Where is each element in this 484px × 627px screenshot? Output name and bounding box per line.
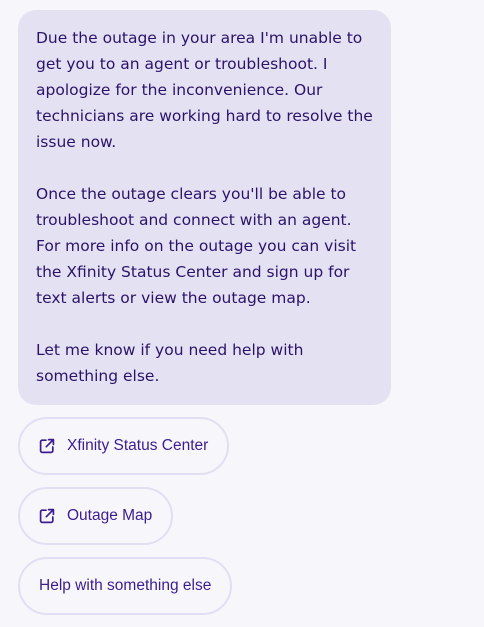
help-with-something-else-button[interactable]: Help with something else: [18, 557, 233, 615]
message-paragraph-1: Due the outage in your area I'm unable t…: [36, 29, 373, 151]
message-paragraph-3: Let me know if you need help with someth…: [36, 341, 304, 385]
outage-map-label: Outage Map: [67, 507, 153, 525]
outage-map-button[interactable]: Outage Map: [18, 487, 174, 545]
xfinity-status-center-button[interactable]: Xfinity Status Center: [18, 417, 230, 475]
chat-thread: Due the outage in your area I'm unable t…: [18, 10, 468, 627]
assistant-message-bubble: Due the outage in your area I'm unable t…: [18, 10, 391, 405]
help-with-something-else-label: Help with something else: [39, 577, 212, 595]
external-link-icon: [38, 437, 56, 455]
quick-actions: Xfinity Status Center Outage Map Help wi…: [18, 417, 468, 627]
message-paragraph-2: Once the outage clears you'll be able to…: [36, 185, 357, 307]
xfinity-status-center-label: Xfinity Status Center: [67, 437, 209, 455]
external-link-icon: [38, 507, 56, 525]
